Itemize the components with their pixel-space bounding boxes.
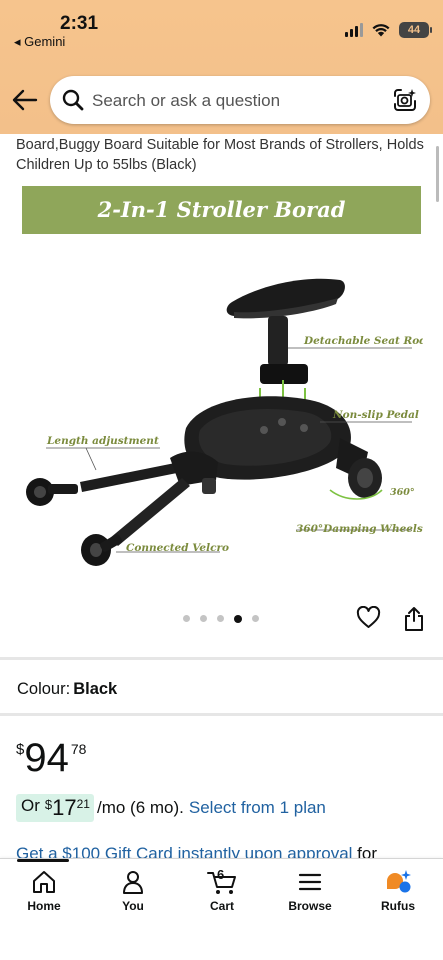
carousel-dot[interactable] <box>200 615 207 622</box>
price: $ 94 78 <box>16 736 86 780</box>
select-plan-link[interactable]: Select from 1 plan <box>189 798 326 818</box>
battery-icon: 44 <box>399 22 432 38</box>
plan-badge: Or $ 17 21 <box>16 794 94 822</box>
nav-rufus[interactable]: Rufus <box>358 869 438 913</box>
callout-pointer-length <box>85 447 97 471</box>
share-icon[interactable] <box>403 606 425 632</box>
app-header: 2:31 ◂ Gemini 44 Search or ask a questio… <box>0 0 443 134</box>
colour-value: Black <box>73 680 118 698</box>
plan-prefix: Or <box>21 796 40 815</box>
scroll-indicator <box>436 146 439 202</box>
price-whole: 94 <box>24 736 69 780</box>
callout-pedal: Non-slip Pedal <box>332 409 419 421</box>
nav-cart-label: Cart <box>209 899 234 913</box>
nav-rufus-label: Rufus <box>381 899 415 913</box>
nav-browse-label: Browse <box>288 899 332 913</box>
status-icons: 44 <box>345 22 432 38</box>
price-currency: $ <box>16 741 25 758</box>
user-icon <box>123 871 143 894</box>
back-arrow-icon[interactable] <box>12 89 38 111</box>
colour-selector[interactable]: Colour: Black <box>17 680 117 699</box>
menu-icon <box>298 873 322 891</box>
plan-whole: 17 <box>52 795 77 820</box>
heart-icon[interactable] <box>356 606 381 630</box>
monthly-plan: Or $ 17 21 /mo (6 mo). Select from 1 pla… <box>16 794 326 822</box>
plan-suffix: /mo (6 mo). <box>96 798 184 817</box>
callout-length: Length adjustment <box>46 435 159 447</box>
carousel-dot-active[interactable] <box>234 614 242 623</box>
nav-you-label: You <box>122 899 144 913</box>
camera-lens-icon[interactable] <box>392 87 418 113</box>
nav-home-label: Home <box>27 899 61 913</box>
section-divider <box>0 657 443 660</box>
wheel-left-bottom <box>81 534 122 566</box>
callout-rotation: 360° <box>390 487 415 498</box>
carousel-dot[interactable] <box>217 615 224 622</box>
nav-active-indicator <box>17 859 69 862</box>
colour-label: Colour: <box>17 680 71 698</box>
wifi-icon <box>372 24 390 37</box>
plan-fraction: 21 <box>76 797 90 811</box>
bottom-nav: Home You 6 Cart Browse Rufus <box>0 858 443 960</box>
search-placeholder: Search or ask a question <box>92 91 281 110</box>
signal-icon <box>345 23 363 37</box>
wheel-left-top <box>26 478 78 506</box>
product-image[interactable]: Detachable Seat Rod Non-slip Pedal Lengt… <box>20 240 423 580</box>
carousel-dot[interactable] <box>252 615 259 622</box>
cart-count: 6 <box>217 867 225 882</box>
search-icon <box>62 89 84 111</box>
nav-home[interactable]: Home <box>4 869 84 913</box>
image-carousel-dots[interactable] <box>183 614 259 623</box>
connector-arms <box>80 451 218 546</box>
image-banner: 2-In-1 Stroller Borad <box>22 186 421 234</box>
callout-velcro: Connected Velcro <box>126 542 229 554</box>
price-fraction: 78 <box>70 741 87 757</box>
rufus-icon <box>387 870 411 893</box>
section-divider <box>0 713 443 716</box>
back-to-app-link[interactable]: ◂ Gemini <box>14 34 65 50</box>
plan-currency: $ <box>44 797 53 812</box>
seat <box>226 278 345 384</box>
callout-seat-rod: Detachable Seat Rod <box>303 335 423 347</box>
nav-cart[interactable]: 6 Cart <box>182 867 262 913</box>
search-input[interactable]: Search or ask a question <box>50 76 430 124</box>
callout-wheels: 360°Damping Wheels <box>296 523 423 535</box>
status-time: 2:31 <box>60 13 99 34</box>
nav-browse[interactable]: Browse <box>270 869 350 913</box>
home-icon <box>33 871 55 893</box>
product-title[interactable]: Board,Buggy Board Suitable for Most Bran… <box>16 135 428 175</box>
carousel-dot[interactable] <box>183 615 190 622</box>
nav-you[interactable]: You <box>93 869 173 913</box>
wheel-right <box>348 458 382 498</box>
